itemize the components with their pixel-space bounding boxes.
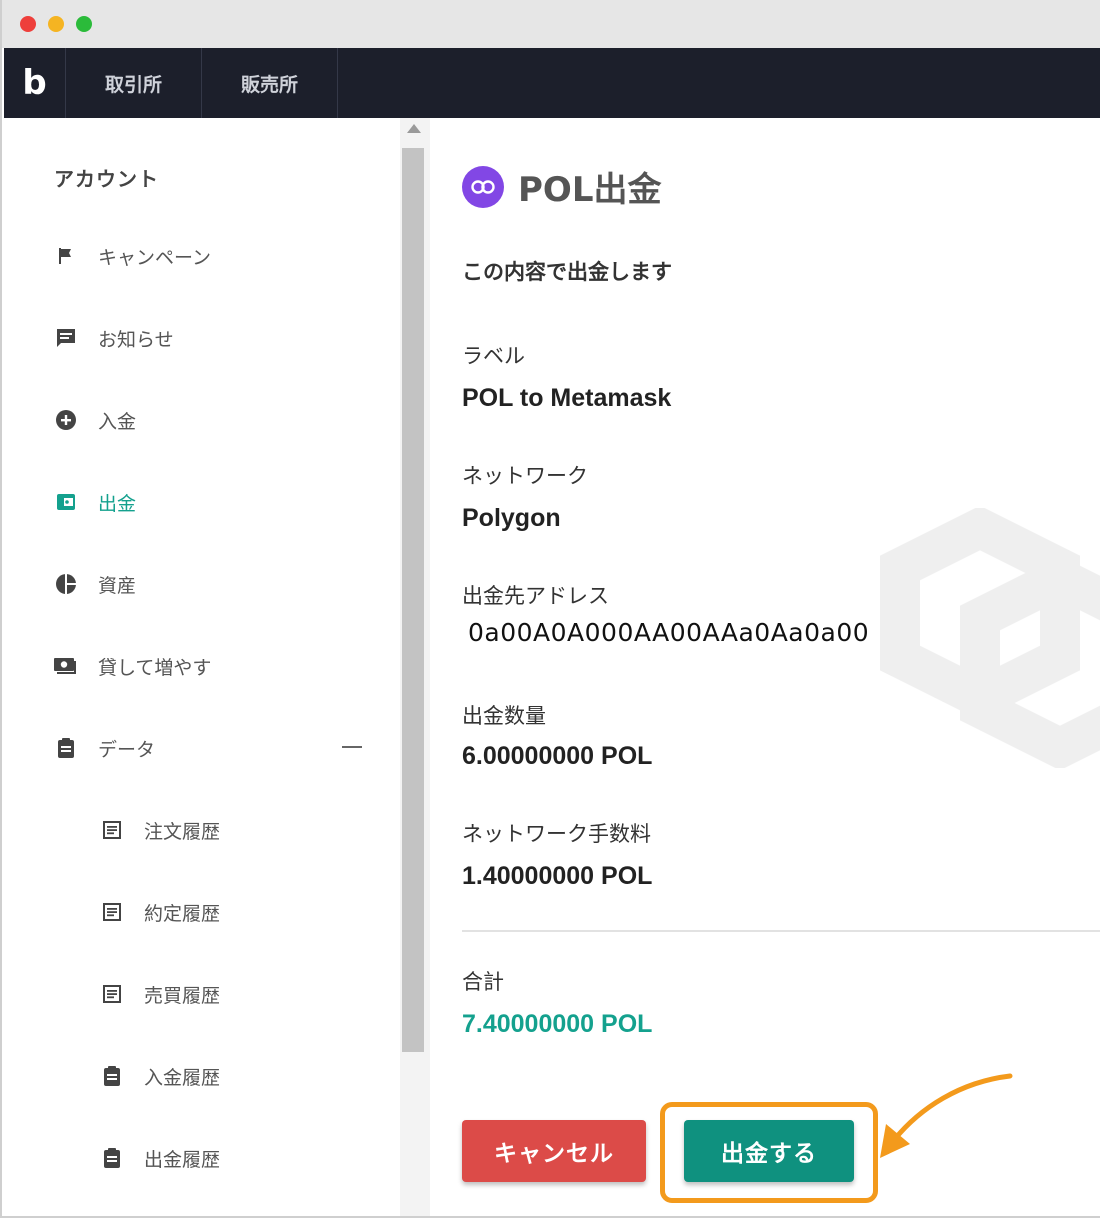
- label-field-title: ラベル: [462, 344, 525, 368]
- clipboard-icon: [98, 1144, 126, 1172]
- minimize-window-button[interactable]: [48, 16, 64, 32]
- sidebar-item-deposit[interactable]: 入金: [52, 400, 382, 440]
- clipboard-icon: [98, 1062, 126, 1090]
- sidebar-subitem-execution-history[interactable]: 約定履歴: [98, 892, 428, 932]
- browser-window: b 取引所 販売所 アカウント キャンペーン お知らせ 入金 出金 資産 貸して…: [0, 0, 1100, 1218]
- confirm-message: この内容で出金します: [462, 260, 672, 284]
- sidebar-item-label: 注文履歴: [144, 820, 221, 843]
- sidebar-item-label: 入金履歴: [144, 1066, 221, 1089]
- divider: [462, 930, 1100, 932]
- sidebar-item-label: 売買履歴: [144, 984, 221, 1007]
- window-titlebar: [2, 0, 1100, 48]
- sidebar-subitem-trade-history[interactable]: 売買履歴: [98, 974, 428, 1014]
- sidebar: アカウント キャンペーン お知らせ 入金 出金 資産 貸して増やす データ 注文…: [4, 118, 400, 1216]
- polygon-coin-icon: [462, 165, 504, 208]
- fee-field-value: 1.40000000 POL: [462, 862, 653, 890]
- network-field-title: ネットワーク: [462, 464, 588, 488]
- sidebar-item-campaign[interactable]: キャンペーン: [52, 236, 382, 276]
- sidebar-scrollbar[interactable]: [400, 118, 430, 1216]
- clipboard-icon: [52, 734, 80, 762]
- maximize-window-button[interactable]: [76, 16, 92, 32]
- list-icon: [98, 816, 126, 844]
- page-title: POL出金: [518, 170, 662, 210]
- sidebar-item-label: 入金: [98, 410, 137, 433]
- amount-field-value: 6.00000000 POL: [462, 742, 653, 770]
- nav-tab-sales[interactable]: 販売所: [202, 48, 338, 118]
- withdraw-submit-button[interactable]: 出金する: [684, 1120, 854, 1182]
- pointer-arrow-icon: [880, 1073, 1013, 1158]
- sidebar-item-label: データ: [98, 738, 156, 761]
- sidebar-item-label: 資産: [98, 574, 137, 597]
- plus-circle-icon: [52, 406, 80, 434]
- sidebar-item-label: お知らせ: [98, 328, 174, 351]
- sidebar-item-label: 出金履歴: [144, 1148, 221, 1171]
- sidebar-item-assets[interactable]: 資産: [52, 564, 382, 604]
- sidebar-item-label: 貸して増やす: [98, 656, 212, 679]
- message-icon: [52, 324, 80, 352]
- scrollbar-thumb[interactable]: [402, 148, 424, 1052]
- close-window-button[interactable]: [20, 16, 36, 32]
- logo[interactable]: b: [4, 48, 66, 118]
- amount-field-title: 出金数量: [462, 704, 546, 728]
- polygon-watermark-icon: [880, 508, 1100, 768]
- top-navbar: b 取引所 販売所: [4, 48, 1100, 118]
- nav-tab-exchange[interactable]: 取引所: [66, 48, 202, 118]
- collapse-icon[interactable]: [342, 746, 362, 748]
- sidebar-heading: アカウント: [54, 167, 159, 191]
- sidebar-item-label: 出金: [98, 492, 137, 515]
- label-field-value: POL to Metamask: [462, 384, 672, 412]
- list-icon: [98, 980, 126, 1008]
- pie-chart-icon: [52, 570, 80, 598]
- fee-field-title: ネットワーク手数料: [462, 822, 651, 846]
- sidebar-item-news[interactable]: お知らせ: [52, 318, 382, 358]
- cancel-button[interactable]: キャンセル: [462, 1120, 646, 1182]
- sidebar-item-lending[interactable]: 貸して増やす: [52, 646, 382, 686]
- scroll-up-icon[interactable]: [407, 124, 421, 133]
- sidebar-item-withdraw[interactable]: 出金: [52, 482, 382, 522]
- total-field-value: 7.40000000 POL: [462, 1010, 653, 1038]
- sidebar-subitem-deposit-history[interactable]: 入金履歴: [98, 1056, 428, 1096]
- sidebar-item-data[interactable]: データ: [52, 728, 382, 768]
- address-field-value: 0a00A0A000AA00AAa0Aa0a00: [468, 618, 870, 647]
- address-field-title: 出金先アドレス: [462, 584, 609, 608]
- sidebar-item-label: 約定履歴: [144, 902, 221, 925]
- sidebar-subitem-order-history[interactable]: 注文履歴: [98, 810, 428, 850]
- sidebar-subitem-withdraw-history[interactable]: 出金履歴: [98, 1138, 428, 1178]
- money-icon: [52, 652, 80, 680]
- list-icon: [98, 898, 126, 926]
- page-header: POL出金: [462, 162, 662, 211]
- logo-icon: b: [22, 63, 47, 103]
- wallet-icon: [52, 488, 80, 516]
- flag-icon: [52, 242, 80, 270]
- main-panel: POL出金 この内容で出金します ラベル POL to Metamask ネット…: [430, 118, 1100, 1216]
- total-field-title: 合計: [462, 970, 504, 994]
- sidebar-item-label: キャンペーン: [98, 246, 212, 269]
- network-field-value: Polygon: [462, 504, 561, 532]
